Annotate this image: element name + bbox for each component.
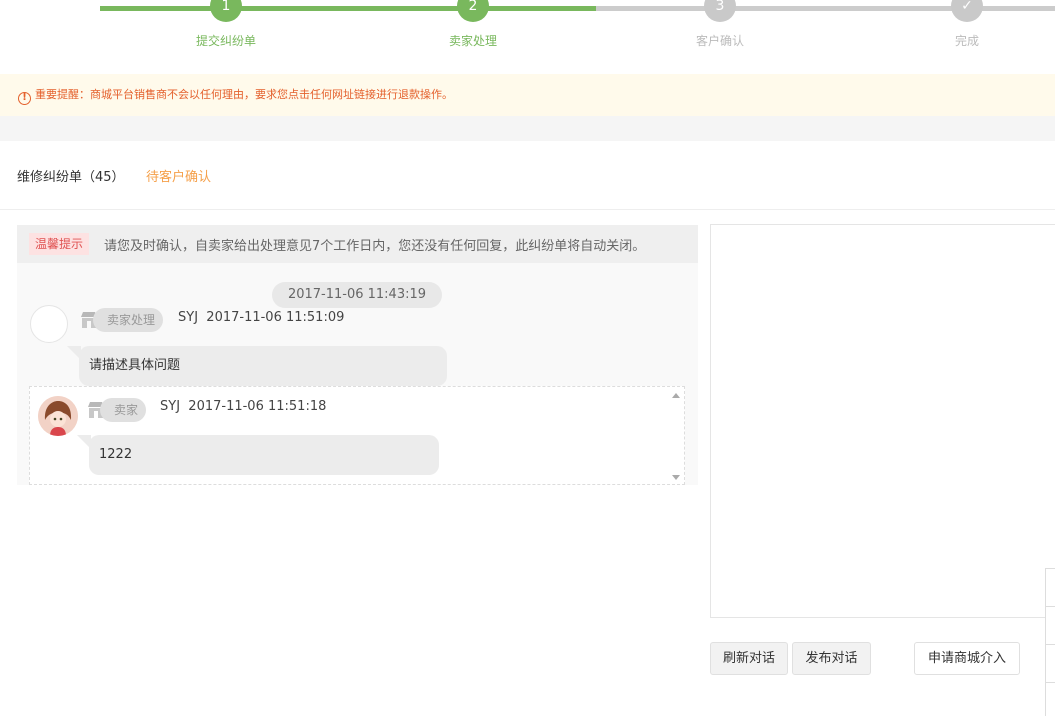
- avatar: [30, 305, 68, 343]
- reminder-badge: 温馨提示: [29, 233, 90, 255]
- reminder-text: 请您及时确认，自卖家给出处理意见7个工作日内，您还没有任何回复，此纠纷单将自动关…: [104, 239, 646, 254]
- order-title: 维修纠纷单（45）: [17, 170, 125, 185]
- publish-conversation-button[interactable]: 发布对话: [792, 642, 871, 675]
- step-label: 客户确认: [695, 34, 744, 48]
- message-bubble: 1222: [77, 435, 439, 475]
- message-meta: SYJ 2017-11-06 11:51:18: [160, 399, 326, 414]
- side-tool-item[interactable]: [1046, 645, 1055, 683]
- side-tool-item[interactable]: [1046, 569, 1055, 607]
- step-label: 提交纠纷单: [195, 34, 256, 48]
- side-toolbar[interactable]: [1045, 568, 1055, 716]
- avatar: [38, 396, 78, 436]
- checkmark-icon: ✓: [951, 0, 983, 22]
- step-label: 卖家处理: [448, 34, 497, 48]
- warning-icon: !: [18, 92, 31, 105]
- step-number: 1: [210, 0, 242, 22]
- role-badge: 卖家: [100, 398, 147, 422]
- conversation-panel: 温馨提示 请您及时确认，自卖家给出处理意见7个工作日内，您还没有任何回复，此纠纷…: [17, 225, 698, 485]
- refresh-conversation-button[interactable]: 刷新对话: [710, 642, 788, 675]
- section-divider: [0, 116, 1055, 141]
- apply-intervention-button[interactable]: 申请商城介入: [914, 642, 1020, 675]
- scroll-down-icon[interactable]: [672, 475, 680, 480]
- progress-bar-done: [100, 6, 596, 11]
- order-status: 待客户确认: [146, 170, 212, 185]
- scroll-up-icon[interactable]: [672, 393, 680, 398]
- role-badge: 卖家处理: [93, 308, 164, 332]
- side-tool-item[interactable]: [1046, 607, 1055, 645]
- security-warning: ! 重要提醒：商城平台销售商不会以任何理由，要求您点击任何网址链接进行退款操作。: [0, 74, 1055, 116]
- reminder-bar: 温馨提示 请您及时确认，自卖家给出处理意见7个工作日内，您还没有任何回复，此纠纷…: [17, 225, 698, 263]
- progress-bar-pending: [596, 6, 1055, 11]
- message-time: 2017-11-06 11:51:09: [206, 310, 345, 325]
- reply-textarea[interactable]: [710, 224, 1055, 618]
- latest-message-box: 卖家 SYJ 2017-11-06 11:51:18 1222: [29, 386, 685, 485]
- progress-steps: 1 提交纠纷单 2 卖家处理 3 客户确认 ✓ 完成: [0, 0, 1055, 60]
- time-divider: 2017-11-06 11:43:19: [272, 282, 442, 308]
- order-header: 维修纠纷单（45） 待客户确认: [0, 141, 1055, 210]
- warning-text: 重要提醒：商城平台销售商不会以任何理由，要求您点击任何网址链接进行退款操作。: [35, 88, 453, 101]
- message-bubble: 请描述具体问题: [67, 346, 447, 386]
- step-number: 2: [457, 0, 489, 22]
- message-time: 2017-11-06 11:51:18: [188, 399, 327, 414]
- scrollbar[interactable]: [670, 389, 682, 484]
- message-meta: SYJ 2017-11-06 11:51:09: [178, 310, 344, 325]
- message-user: SYJ: [178, 310, 199, 325]
- step-number: 3: [704, 0, 736, 22]
- step-label: 完成: [954, 34, 979, 48]
- message-user: SYJ: [160, 399, 181, 414]
- dispute-page: 1 提交纠纷单 2 卖家处理 3 客户确认 ✓ 完成 ! 重要提醒：商城平台销售商…: [0, 0, 1055, 716]
